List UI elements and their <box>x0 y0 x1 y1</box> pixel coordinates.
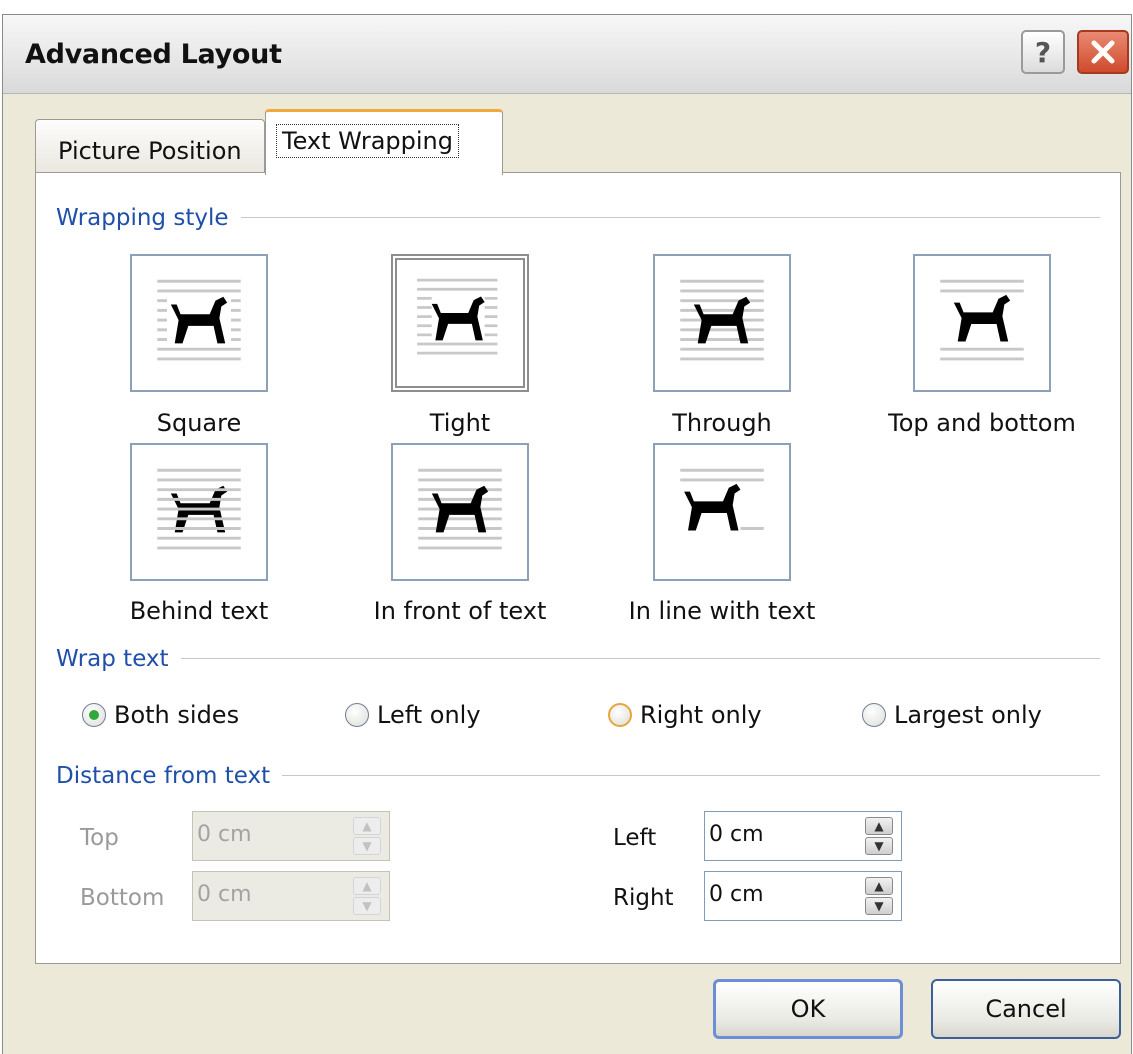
wrap-through-label: Through <box>672 409 772 437</box>
left-distance-spinner[interactable]: ▲ ▼ <box>704 811 902 861</box>
wrap-square-label: Square <box>156 409 242 437</box>
through-wrap-icon <box>680 279 764 361</box>
radio-largest-only[interactable]: Largest only <box>862 701 1042 729</box>
radio-both-sides[interactable]: Both sides <box>82 701 239 729</box>
close-icon <box>1091 40 1115 64</box>
radio-checked-icon <box>82 703 106 727</box>
radio-right-only[interactable]: Right only <box>608 701 762 729</box>
wrap-tight-option[interactable] <box>391 254 529 392</box>
wrap-through-option[interactable] <box>653 254 791 392</box>
square-wrap-icon <box>157 279 241 361</box>
inline-wrap-icon <box>680 468 764 531</box>
bottom-distance-spinner: ▲ ▼ <box>192 871 390 921</box>
spin-up-icon: ▲ <box>353 817 381 835</box>
wrap-text-heading: Wrap text <box>56 646 181 672</box>
bottom-distance-arrows: ▲ ▼ <box>353 877 381 915</box>
help-button[interactable]: ? <box>1021 30 1065 74</box>
right-distance-label: Right <box>613 885 674 911</box>
question-mark-icon: ? <box>1034 35 1052 69</box>
wrap-in-front-option[interactable] <box>391 443 529 581</box>
advanced-layout-dialog: Advanced Layout ? Picture Position Text … <box>2 14 1132 1054</box>
spin-down-icon: ▼ <box>353 837 381 855</box>
spin-down-icon[interactable]: ▼ <box>865 897 893 915</box>
distance-heading: Distance from text <box>56 763 283 789</box>
wrap-text-divider <box>56 658 1100 659</box>
ok-button[interactable]: OK <box>713 979 903 1039</box>
title-bar[interactable]: Advanced Layout ? <box>3 15 1131 94</box>
spin-up-icon[interactable]: ▲ <box>865 817 893 835</box>
close-button[interactable] <box>1077 30 1129 74</box>
top-distance-input <box>197 822 347 847</box>
tight-wrap-icon <box>417 278 498 355</box>
radio-left-only[interactable]: Left only <box>345 701 481 729</box>
radio-unchecked-icon <box>862 703 886 727</box>
radio-unchecked-icon <box>345 703 369 727</box>
top-distance-spinner: ▲ ▼ <box>192 811 390 861</box>
spin-up-icon: ▲ <box>353 877 381 895</box>
tab-text-wrapping[interactable]: Text Wrapping <box>265 109 503 175</box>
wrapping-style-heading: Wrapping style <box>56 205 241 231</box>
wrap-square-option[interactable] <box>130 254 268 392</box>
left-distance-label: Left <box>613 825 657 851</box>
top-bottom-wrap-icon <box>940 279 1024 361</box>
top-distance-label: Top <box>80 825 119 851</box>
left-distance-arrows[interactable]: ▲ ▼ <box>865 817 893 855</box>
wrap-in-front-label: In front of text <box>373 597 547 625</box>
bottom-distance-label: Bottom <box>80 885 165 911</box>
cancel-button[interactable]: Cancel <box>931 979 1121 1039</box>
wrap-inline-option[interactable] <box>653 443 791 581</box>
wrap-top-bottom-option[interactable] <box>913 254 1051 392</box>
right-distance-arrows[interactable]: ▲ ▼ <box>865 877 893 915</box>
top-distance-arrows: ▲ ▼ <box>353 817 381 855</box>
right-distance-input[interactable] <box>709 882 859 907</box>
spin-up-icon[interactable]: ▲ <box>865 877 893 895</box>
wrap-top-bottom-label: Top and bottom <box>888 409 1076 437</box>
wrap-behind-text-label: Behind text <box>129 597 269 625</box>
text-wrapping-panel: Wrapping style Square Tight Through Top … <box>35 172 1121 964</box>
spin-down-icon: ▼ <box>353 897 381 915</box>
left-distance-input[interactable] <box>709 822 859 847</box>
radio-hover-icon <box>608 703 632 727</box>
wrap-behind-text-option[interactable] <box>130 443 268 581</box>
in-front-wrap-icon <box>418 468 502 550</box>
wrap-inline-label: In line with text <box>628 597 816 625</box>
dialog-title: Advanced Layout <box>25 39 282 70</box>
bottom-distance-input <box>197 882 347 907</box>
wrap-tight-label: Tight <box>429 409 491 437</box>
tab-picture-position[interactable]: Picture Position <box>35 119 265 173</box>
behind-text-wrap-icon <box>157 468 241 550</box>
spin-down-icon[interactable]: ▼ <box>865 837 893 855</box>
right-distance-spinner[interactable]: ▲ ▼ <box>704 871 902 921</box>
